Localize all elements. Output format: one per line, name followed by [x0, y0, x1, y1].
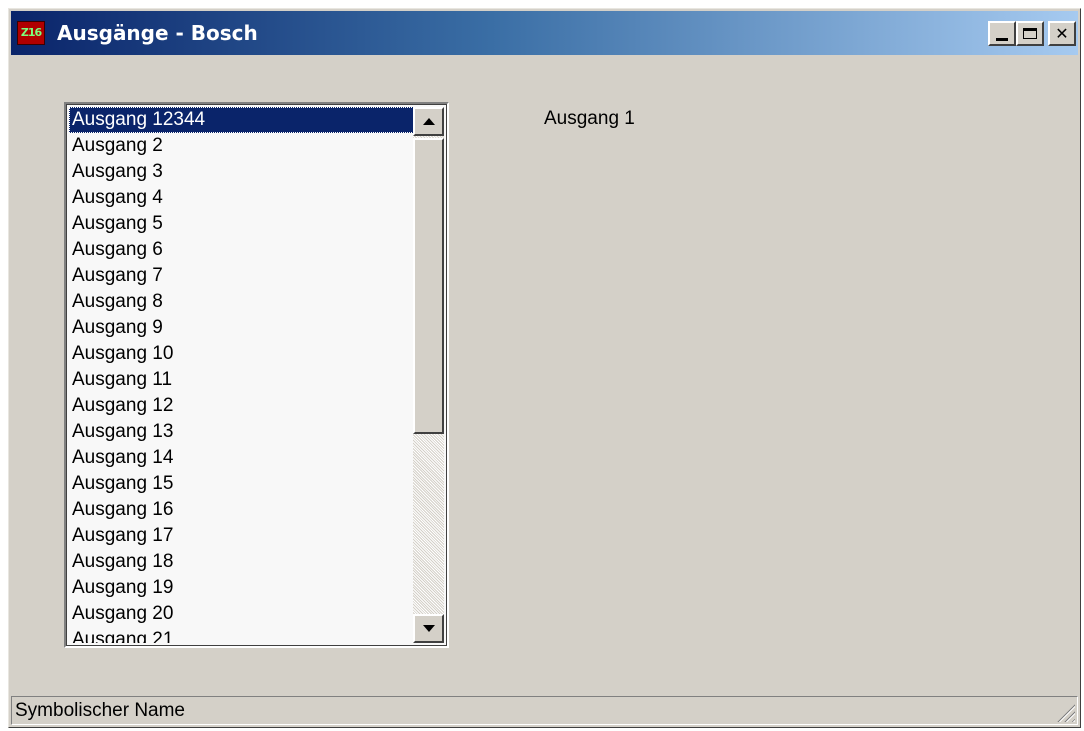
list-item[interactable]: Ausgang 14 [69, 445, 414, 471]
vertical-scrollbar[interactable] [413, 107, 444, 643]
app-window: Z16 Ausgänge - Bosch ✕ Ausgang 12344 Ausg… [8, 8, 1081, 728]
list-item[interactable]: Ausgang 15 [69, 471, 414, 497]
list-item[interactable]: Ausgang 16 [69, 497, 414, 523]
list-item[interactable]: Ausgang 5 [69, 211, 414, 237]
maximize-icon [1023, 28, 1037, 39]
status-text: Symbolischer Name [15, 700, 185, 721]
scroll-down-button[interactable] [413, 614, 444, 643]
resize-grip-icon[interactable] [1057, 704, 1075, 722]
list-item[interactable]: Ausgang 20 [69, 601, 414, 627]
window-title: Ausgänge - Bosch [57, 21, 258, 45]
arrow-up-icon [422, 118, 435, 125]
close-button[interactable]: ✕ [1048, 21, 1076, 46]
app-logo-icon[interactable]: Z16 [17, 21, 45, 45]
list-items: Ausgang 12344 Ausgang 2 Ausgang 3 Ausgang 4… [69, 107, 414, 643]
list-item[interactable]: Ausgang 13 [69, 419, 414, 445]
maximize-button[interactable] [1016, 21, 1044, 46]
list-item[interactable]: Ausgang 3 [69, 159, 414, 185]
list-item[interactable]: Ausgang 21 [69, 627, 414, 643]
close-icon: ✕ [1055, 23, 1069, 43]
scroll-up-button[interactable] [413, 107, 444, 136]
list-item[interactable]: Ausgang 11 [69, 367, 414, 393]
scroll-thumb[interactable] [413, 138, 444, 434]
list-item[interactable]: Ausgang 10 [69, 341, 414, 367]
title-bar[interactable]: Z16 Ausgänge - Bosch ✕ [11, 11, 1078, 55]
list-item[interactable]: Ausgang 4 [69, 185, 414, 211]
minimize-icon [996, 37, 1008, 41]
status-bar: Symbolischer Name [11, 696, 1078, 725]
list-item[interactable]: Ausgang 18 [69, 549, 414, 575]
list-item[interactable]: Ausgang 12 [69, 393, 414, 419]
list-item[interactable]: Ausgang 12344 [69, 107, 414, 133]
list-item[interactable]: Ausgang 9 [69, 315, 414, 341]
arrow-down-icon [422, 625, 435, 632]
list-item[interactable]: Ausgang 6 [69, 237, 414, 263]
list-item[interactable]: Ausgang 2 [69, 133, 414, 159]
list-item[interactable]: Ausgang 8 [69, 289, 414, 315]
list-item[interactable]: Ausgang 7 [69, 263, 414, 289]
list-item[interactable]: Ausgang 19 [69, 575, 414, 601]
output-listbox[interactable]: Ausgang 12344 Ausgang 2 Ausgang 3 Ausgang 4… [64, 102, 449, 648]
list-item[interactable]: Ausgang 17 [69, 523, 414, 549]
selected-output-label: Ausgang 1 [544, 108, 635, 129]
minimize-button[interactable] [988, 21, 1016, 46]
